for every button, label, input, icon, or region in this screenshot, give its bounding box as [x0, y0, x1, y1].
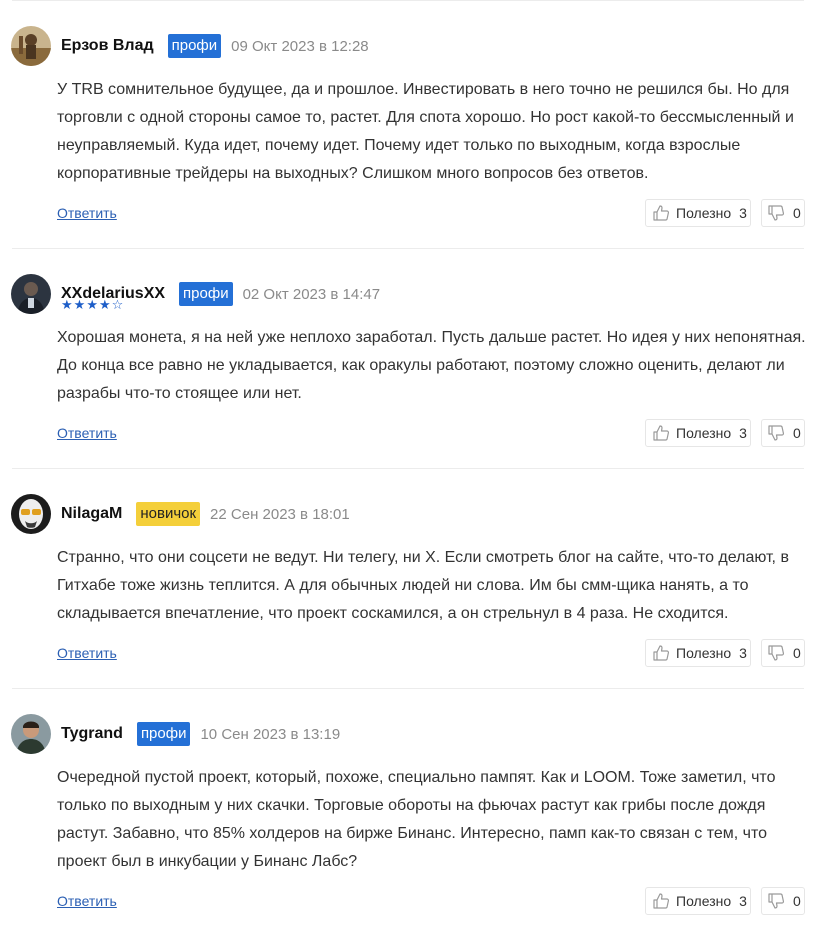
thumbs-down-icon [767, 204, 785, 222]
star-filled: ★ [73, 297, 87, 312]
comment-divider [12, 248, 804, 249]
avatar[interactable] [11, 274, 51, 314]
comment-header: Ерзов Влад профи 09 Окт 2023 в 12:28 [11, 26, 369, 66]
reply-link[interactable]: Ответить [57, 893, 117, 909]
reply-link[interactable]: Ответить [57, 645, 117, 661]
reply-link[interactable]: Ответить [57, 205, 117, 221]
useful-count: 3 [739, 645, 747, 661]
author-name[interactable]: NilagaM [61, 505, 122, 523]
avatar[interactable] [11, 494, 51, 534]
comment-text: Очередной пустой проект, который, похоже… [57, 769, 776, 870]
thumbs-up-icon [652, 204, 670, 222]
comment-header: Tygrand профи 10 Сен 2023 в 13:19 [11, 714, 340, 754]
star-filled: ★ [98, 297, 112, 312]
dislike-button[interactable]: 0 [761, 419, 805, 447]
avatar[interactable] [11, 714, 51, 754]
comment-text: Странно, что они соцсети не ведут. Ни те… [57, 549, 789, 622]
dislike-count: 0 [793, 205, 801, 221]
dislike-count: 0 [793, 893, 801, 909]
author-name[interactable]: Tygrand [61, 725, 123, 743]
thumbs-down-icon [767, 424, 785, 442]
useful-label: Полезно [676, 425, 732, 441]
avatar[interactable] [11, 26, 51, 66]
useful-button[interactable]: Полезно 3 [645, 419, 751, 447]
useful-button[interactable]: Полезно 3 [645, 887, 751, 915]
author-name[interactable]: Ерзов Влад [61, 37, 154, 55]
useful-count: 3 [739, 205, 747, 221]
thumbs-up-icon [652, 644, 670, 662]
status-badge: профи [179, 282, 233, 306]
useful-count: 3 [739, 893, 747, 909]
star-empty: ☆ [111, 297, 125, 312]
comment-date: 10 Сен 2023 в 13:19 [200, 725, 341, 743]
thumbs-up-icon [652, 424, 670, 442]
top-divider [12, 0, 804, 1]
useful-button[interactable]: Полезно 3 [645, 639, 751, 667]
comment-date: 22 Сен 2023 в 18:01 [210, 505, 350, 523]
thumbs-down-icon [767, 892, 785, 910]
comment-text: Хорошая монета, я на ней уже неплохо зар… [57, 329, 806, 402]
dislike-button[interactable]: 0 [761, 199, 805, 227]
user-rating-stars: ★★★★☆ [61, 298, 124, 312]
comment-date: 09 Окт 2023 в 12:28 [231, 37, 369, 55]
dislike-count: 0 [793, 645, 801, 661]
dislike-count: 0 [793, 425, 801, 441]
dislike-button[interactable]: 0 [761, 639, 805, 667]
comment-header: NilagaM новичок 22 Сен 2023 в 18:01 [11, 494, 350, 534]
reply-link[interactable]: Ответить [57, 425, 117, 441]
comment-divider [12, 468, 804, 469]
star-filled: ★ [61, 297, 74, 312]
comment-text: У TRB сомнительное будущее, да и прошлое… [57, 81, 794, 182]
thumbs-up-icon [652, 892, 670, 910]
status-badge: профи [136, 722, 191, 746]
useful-label: Полезно [676, 893, 732, 909]
useful-count: 3 [739, 425, 747, 441]
comment-date: 02 Окт 2023 в 14:47 [242, 285, 381, 303]
comment-divider [12, 688, 804, 689]
star-filled: ★ [86, 297, 99, 312]
useful-button[interactable]: Полезно 3 [645, 199, 751, 227]
dislike-button[interactable]: 0 [761, 887, 805, 915]
thumbs-down-icon [767, 644, 785, 662]
status-badge: профи [167, 34, 222, 58]
status-badge: новичок [136, 502, 201, 526]
useful-label: Полезно [676, 205, 732, 221]
useful-label: Полезно [676, 645, 732, 661]
